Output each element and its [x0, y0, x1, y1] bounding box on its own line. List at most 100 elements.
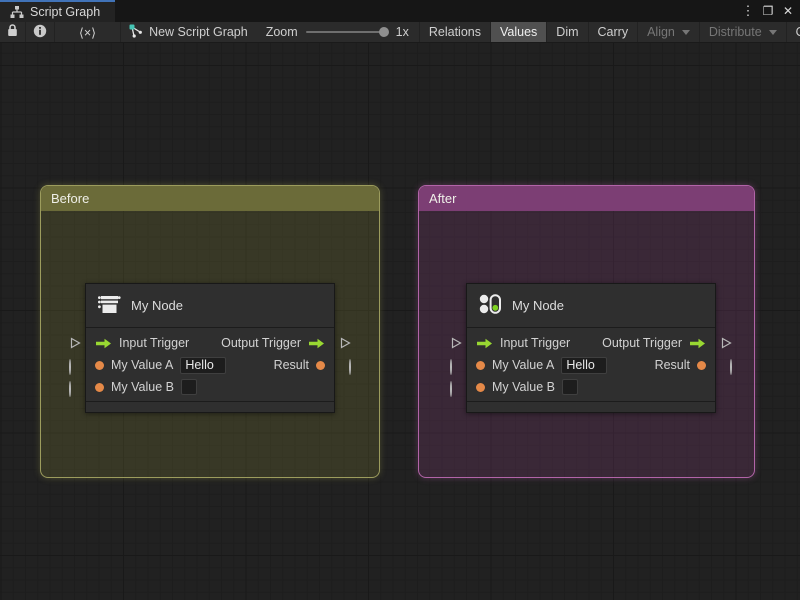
- value-b-field[interactable]: [562, 379, 578, 395]
- node-footer: [467, 401, 715, 412]
- value-port-icon: [316, 360, 325, 370]
- graph-name-label: New Script Graph: [149, 25, 248, 39]
- input-trigger-port[interactable]: Input Trigger: [476, 336, 570, 350]
- node-footer: [86, 401, 334, 412]
- output-trigger-label: Output Trigger: [602, 336, 682, 350]
- group-before-header[interactable]: Before: [41, 186, 379, 211]
- value-port-icon: [697, 360, 706, 370]
- code-view-button[interactable]: ⟨×⟩: [55, 22, 122, 42]
- external-trigger-in-port[interactable]: [450, 337, 462, 352]
- node-title: My Node: [131, 298, 184, 313]
- script-graph-asset-icon: [129, 24, 143, 41]
- external-trigger-in-port[interactable]: [69, 337, 81, 352]
- node-after-header: My Node: [467, 284, 715, 328]
- align-label: Align: [647, 25, 675, 39]
- graph-title: New Script Graph: [121, 22, 256, 42]
- chevron-down-icon: [681, 29, 690, 35]
- tab-title: Script Graph: [30, 5, 101, 19]
- result-port[interactable]: Result: [274, 358, 325, 372]
- external-value-in-port[interactable]: [450, 381, 452, 397]
- value-a-label: My Value A: [111, 358, 174, 372]
- align-dropdown[interactable]: Align: [638, 22, 700, 42]
- info-button[interactable]: [26, 22, 55, 42]
- input-trigger-label: Input Trigger: [119, 336, 190, 350]
- input-trigger-label: Input Trigger: [500, 336, 571, 350]
- external-value-out-port[interactable]: [349, 359, 351, 375]
- tab-script-graph[interactable]: Script Graph: [0, 0, 115, 22]
- trigger-row: Input Trigger Output Trigger: [95, 332, 325, 354]
- trigger-row: Input Trigger Output Trigger: [476, 332, 706, 354]
- lock-icon: [7, 24, 18, 40]
- node-after[interactable]: My Node Input Trigger Output Trigger My …: [466, 283, 716, 413]
- external-value-out-port[interactable]: [730, 359, 732, 375]
- close-icon[interactable]: ✕: [780, 3, 796, 19]
- overview-button[interactable]: Overview: [787, 22, 800, 42]
- tab-bar: Script Graph ⋮ ❐ ✕: [0, 0, 800, 22]
- info-icon: [33, 24, 47, 41]
- node-before-body: Input Trigger Output Trigger My Value A …: [86, 328, 334, 398]
- value-b-row: My Value B: [95, 376, 325, 398]
- value-a-port[interactable]: My Value A: [95, 356, 227, 374]
- result-label: Result: [654, 358, 690, 372]
- group-before-label: Before: [51, 191, 90, 206]
- external-trigger-out-port[interactable]: [339, 337, 351, 352]
- node-before[interactable]: My Node Input Trigger Output Trigger My …: [85, 283, 335, 413]
- value-a-port[interactable]: My Value A: [476, 356, 608, 374]
- output-trigger-port[interactable]: Output Trigger: [602, 336, 706, 350]
- flow-arrow-icon: [689, 338, 706, 349]
- default-unit-icon: [96, 291, 122, 320]
- lock-button[interactable]: [0, 22, 26, 42]
- result-port[interactable]: Result: [655, 358, 706, 372]
- value-port-icon: [95, 382, 104, 392]
- external-value-in-port[interactable]: [69, 381, 71, 397]
- window-menu-icon[interactable]: ⋮: [740, 3, 756, 19]
- group-after-label: After: [429, 191, 457, 206]
- output-trigger-port[interactable]: Output Trigger: [221, 336, 325, 350]
- distribute-dropdown[interactable]: Distribute: [700, 22, 787, 42]
- zoom-slider[interactable]: [305, 27, 389, 37]
- value-b-field[interactable]: [181, 379, 197, 395]
- code-icon: ⟨×⟩: [79, 25, 97, 40]
- external-trigger-out-port[interactable]: [720, 337, 732, 352]
- script-graph-window: Script Graph ⋮ ❐ ✕ ⟨×⟩ New Script Graph …: [0, 0, 800, 600]
- chevron-down-icon: [768, 29, 777, 35]
- zoom-slider-knob[interactable]: [378, 27, 389, 37]
- node-before-header: My Node: [86, 284, 334, 328]
- zoom-value: 1x: [395, 25, 409, 39]
- value-port-icon: [95, 360, 104, 370]
- value-b-port[interactable]: My Value B: [476, 379, 578, 395]
- result-label: Result: [273, 358, 309, 372]
- graph-canvas[interactable]: Before After My Node Input Trigger Outpu…: [0, 43, 800, 600]
- value-a-field[interactable]: [180, 356, 227, 374]
- value-port-icon: [476, 382, 485, 392]
- value-b-port[interactable]: My Value B: [95, 379, 197, 395]
- value-a-label: My Value A: [492, 358, 555, 372]
- value-a-row: My Value A Result: [95, 354, 325, 376]
- value-a-field[interactable]: [561, 356, 608, 374]
- flow-arrow-icon: [476, 338, 493, 349]
- external-value-in-port[interactable]: [69, 359, 71, 375]
- node-area-before: My Node Input Trigger Output Trigger My …: [69, 283, 351, 413]
- dim-button[interactable]: Dim: [547, 22, 589, 42]
- maximize-icon[interactable]: ❐: [760, 3, 776, 19]
- carry-button[interactable]: Carry: [589, 22, 639, 42]
- relations-button[interactable]: Relations: [418, 22, 491, 42]
- window-controls: ⋮ ❐ ✕: [740, 0, 800, 22]
- value-a-row: My Value A Result: [476, 354, 706, 376]
- external-value-in-port[interactable]: [450, 359, 452, 375]
- values-button[interactable]: Values: [491, 22, 548, 42]
- graph-hierarchy-icon: [10, 6, 24, 18]
- input-trigger-port[interactable]: Input Trigger: [95, 336, 189, 350]
- zoom-label: Zoom: [265, 25, 298, 39]
- value-b-row: My Value B: [476, 376, 706, 398]
- value-port-icon: [476, 360, 485, 370]
- group-after-header[interactable]: After: [419, 186, 754, 211]
- flow-arrow-icon: [308, 338, 325, 349]
- output-trigger-label: Output Trigger: [221, 336, 301, 350]
- graph-toolbar: ⟨×⟩ New Script Graph Zoom 1x Relations V…: [0, 22, 800, 43]
- flow-arrow-icon: [95, 338, 112, 349]
- distribute-label: Distribute: [708, 25, 762, 39]
- value-b-label: My Value B: [111, 380, 174, 394]
- node-after-body: Input Trigger Output Trigger My Value A …: [467, 328, 715, 398]
- custom-unit-icon: [477, 291, 503, 320]
